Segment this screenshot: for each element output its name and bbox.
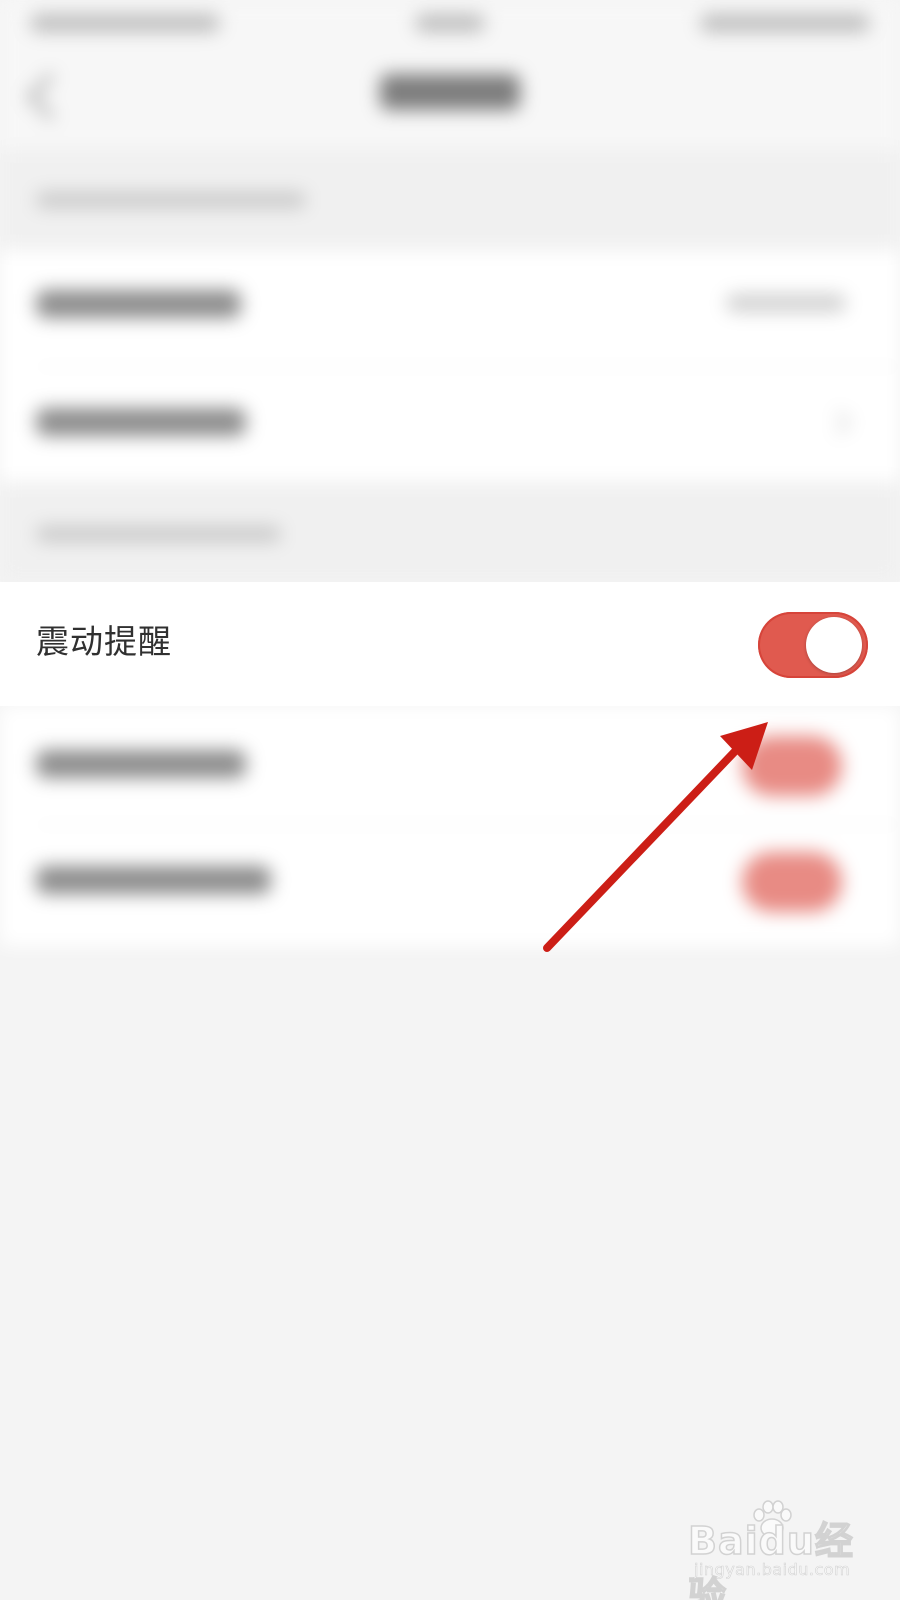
settings-card xyxy=(0,706,900,946)
section-header xyxy=(0,482,900,582)
setting-row-label xyxy=(36,290,241,318)
status-bar xyxy=(0,0,900,50)
back-arrow-icon[interactable] xyxy=(27,73,74,120)
setting-row-label xyxy=(36,750,246,778)
vibration-reminder-label: 震动提醒 xyxy=(36,622,172,661)
page-title xyxy=(380,74,520,110)
setting-row-label xyxy=(36,866,271,894)
status-bar-clock xyxy=(415,14,485,32)
baidu-jingyan-watermark: Baidu经验 jingyan.baidu.com xyxy=(687,1498,878,1600)
section-header xyxy=(0,150,900,250)
chevron-right-icon xyxy=(826,410,851,435)
settings-screen: 震动提醒 Baidu经验 jingyan.baidu.com xyxy=(0,0,900,1600)
status-bar-left xyxy=(30,14,220,32)
blurred-content xyxy=(0,0,900,1600)
row-divider xyxy=(36,366,900,367)
toggle-switch[interactable] xyxy=(742,852,842,912)
setting-row-vibration-reminder[interactable]: 震动提醒 xyxy=(0,582,900,706)
watermark-url: jingyan.baidu.com xyxy=(694,1560,851,1580)
toggle-switch[interactable] xyxy=(742,736,842,796)
setting-row-value xyxy=(726,294,846,312)
row-divider xyxy=(36,824,900,825)
settings-card xyxy=(0,250,900,482)
setting-row-label xyxy=(36,408,246,436)
section-header-text xyxy=(36,192,306,208)
status-bar-right xyxy=(700,14,870,32)
navigation-bar xyxy=(0,50,900,150)
watermark-brand: Baidu经验 xyxy=(687,1518,854,1600)
section-header-text xyxy=(36,526,281,542)
toggle-knob xyxy=(806,617,862,673)
vibration-reminder-toggle[interactable] xyxy=(758,612,868,678)
